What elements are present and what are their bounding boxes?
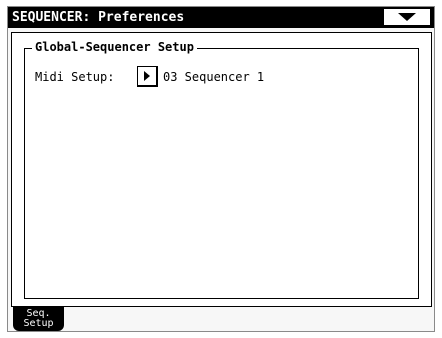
tab-seq-setup[interactable]: Seq. Setup: [13, 307, 64, 331]
page-title: SEQUENCER: Preferences: [12, 10, 185, 25]
midi-setup-label: Midi Setup:: [35, 70, 115, 84]
midi-setup-value: 03 Sequencer 1: [163, 70, 265, 84]
tab-label-line2: Setup: [23, 318, 54, 329]
title-bar: SEQUENCER: Preferences: [8, 7, 434, 28]
midi-setup-select-button[interactable]: [137, 66, 158, 87]
main-panel: Global-Sequencer Setup Midi Setup: 03 Se…: [11, 32, 432, 307]
triangle-right-icon: [144, 71, 150, 81]
global-sequencer-setup-group: [24, 48, 419, 299]
tab-strip: Seq. Setup: [8, 307, 434, 331]
page-menu-button[interactable]: [384, 9, 430, 25]
triangle-down-icon: [398, 13, 416, 21]
group-title: Global-Sequencer Setup: [32, 39, 197, 55]
